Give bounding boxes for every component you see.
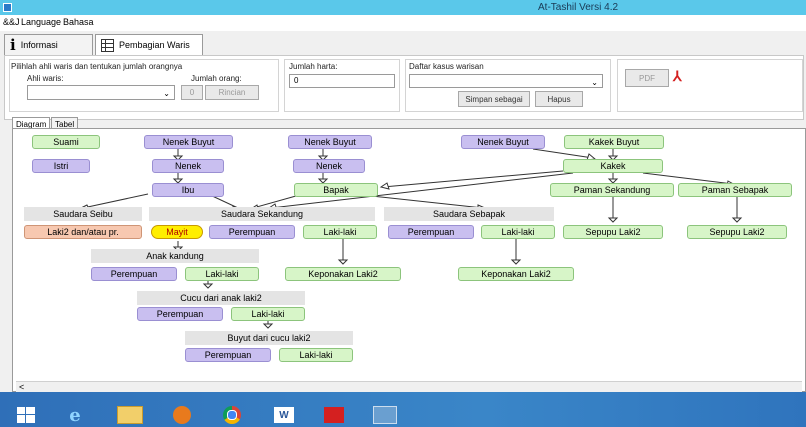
daftar-kasus-select[interactable]: ⌄ xyxy=(409,74,603,88)
table-icon xyxy=(101,38,114,52)
input-panel: Pilihlah ahli waris dan tentukan jumlah … xyxy=(4,55,804,120)
header-saudara-sekandung: Saudara Sekandung xyxy=(149,207,375,221)
node-laki2-pr[interactable]: Laki2 dan/atau pr. xyxy=(24,225,142,239)
ahli-waris-label: Ahli waris: xyxy=(27,74,64,83)
tab-informasi-label: Informasi xyxy=(20,40,58,50)
ie-icon[interactable]: e xyxy=(55,403,95,427)
node-suami[interactable]: Suami xyxy=(32,135,100,149)
node-kakek[interactable]: Kakek xyxy=(563,159,663,173)
node-mayit[interactable]: Mayit xyxy=(151,225,203,239)
node-ibu[interactable]: Ibu xyxy=(152,183,224,197)
node-istri[interactable]: Istri xyxy=(32,159,90,173)
diagram-canvas: Suami Istri Nenek Buyut Nenek Ibu Nenek … xyxy=(12,128,806,392)
window-title: At-Tashil Versi 4.2 xyxy=(538,2,619,13)
node-lakilaki-5[interactable]: Laki-laki xyxy=(279,348,353,362)
node-sepupu-1[interactable]: Sepupu Laki2 xyxy=(563,225,663,239)
node-paman-sebapak[interactable]: Paman Sebapak xyxy=(678,183,792,197)
menu-language[interactable]: Language xyxy=(21,17,61,27)
node-keponakan-2[interactable]: Keponakan Laki2 xyxy=(458,267,574,281)
info-icon: i xyxy=(10,36,16,54)
ahli-waris-select[interactable]: ⌄ xyxy=(27,85,175,100)
chrome-icon[interactable] xyxy=(212,403,252,427)
scroll-left-icon[interactable]: < xyxy=(19,382,24,392)
node-bapak[interactable]: Bapak xyxy=(294,183,378,197)
node-perempuan-3[interactable]: Perempuan xyxy=(91,267,177,281)
pdf-button[interactable]: PDF xyxy=(625,69,669,87)
node-perempuan-2[interactable]: Perempuan xyxy=(388,225,474,239)
menu-item-1[interactable]: &&J xyxy=(3,17,20,27)
jumlah-orang-label: Jumlah orang: xyxy=(191,74,242,83)
header-buyut: Buyut dari cucu laki2 xyxy=(185,331,353,345)
app-icon[interactable] xyxy=(365,403,405,427)
word-icon[interactable]: W xyxy=(264,403,304,427)
chevron-down-icon: ⌄ xyxy=(163,89,170,98)
node-nenek-buyut-1[interactable]: Nenek Buyut xyxy=(144,135,233,149)
tab-pembagian-waris[interactable]: Pembagian Waris xyxy=(95,34,203,56)
node-perempuan-5[interactable]: Perempuan xyxy=(185,348,271,362)
header-saudara-seibu: Saudara Seibu xyxy=(24,207,142,221)
node-nenek-buyut-3[interactable]: Nenek Buyut xyxy=(461,135,545,149)
pdf-icon[interactable]: ⅄ xyxy=(673,68,686,84)
jumlah-harta-label: Jumlah harta: xyxy=(289,62,338,71)
title-bar: At-Tashil Versi 4.2 xyxy=(0,0,806,15)
simpan-sebagai-button[interactable]: Simpan sebagai xyxy=(458,91,530,107)
node-lakilaki-3[interactable]: Laki-laki xyxy=(185,267,259,281)
jumlah-harta-input[interactable]: 0 xyxy=(289,74,395,88)
node-nenek-1[interactable]: Nenek xyxy=(152,159,224,173)
rincian-button[interactable]: Rincian xyxy=(205,85,259,100)
header-saudara-sebapak: Saudara Sebapak xyxy=(384,207,554,221)
node-paman-sekandung[interactable]: Paman Sekandung xyxy=(550,183,674,197)
menu-bahasa[interactable]: Bahasa xyxy=(63,17,94,27)
folder-icon[interactable] xyxy=(110,403,150,427)
node-kakek-buyut[interactable]: Kakek Buyut xyxy=(564,135,664,149)
node-lakilaki-2[interactable]: Laki-laki xyxy=(481,225,555,239)
pdf-icon[interactable] xyxy=(314,403,354,427)
app-icon xyxy=(3,3,12,12)
node-keponakan-1[interactable]: Keponakan Laki2 xyxy=(285,267,401,281)
node-lakilaki-4[interactable]: Laki-laki xyxy=(231,307,305,321)
daftar-kasus-label: Daftar kasus warisan xyxy=(409,62,484,71)
media-icon[interactable] xyxy=(162,403,202,427)
node-nenek-2[interactable]: Nenek xyxy=(293,159,365,173)
windows-start-icon[interactable] xyxy=(6,403,46,427)
node-perempuan-4[interactable]: Perempuan xyxy=(137,307,223,321)
header-cucu: Cucu dari anak laki2 xyxy=(137,291,305,305)
node-nenek-buyut-2[interactable]: Nenek Buyut xyxy=(288,135,372,149)
tab-pembagian-label: Pembagian Waris xyxy=(119,40,190,50)
horizontal-scrollbar[interactable]: < xyxy=(16,381,802,392)
menu-bar: &&J Language Bahasa xyxy=(0,15,806,31)
chevron-down-icon: ⌄ xyxy=(591,78,598,87)
node-sepupu-2[interactable]: Sepupu Laki2 xyxy=(687,225,787,239)
jumlah-orang-field[interactable]: 0 xyxy=(181,85,203,100)
node-lakilaki-1[interactable]: Laki-laki xyxy=(303,225,377,239)
node-perempuan-1[interactable]: Perempuan xyxy=(209,225,295,239)
heir-group-label: Pilihlah ahli waris dan tentukan jumlah … xyxy=(11,62,183,71)
header-anak-kandung: Anak kandung xyxy=(91,249,259,263)
hapus-button[interactable]: Hapus xyxy=(535,91,583,107)
tab-informasi[interactable]: i Informasi xyxy=(4,34,93,56)
